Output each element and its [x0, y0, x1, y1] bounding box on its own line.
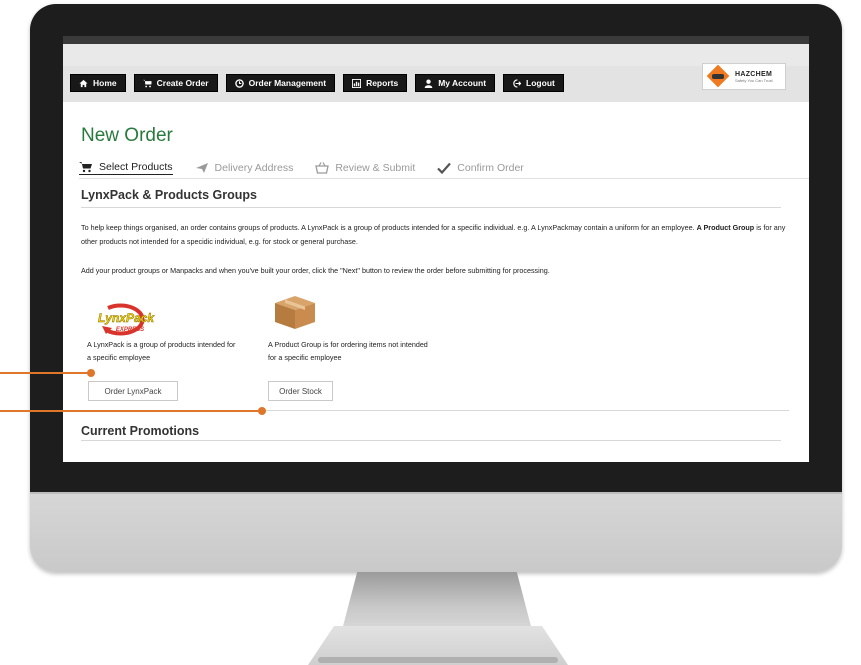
order-lynxpack-button[interactable]: Order LynxPack [88, 381, 178, 401]
lynxpack-logo-subtext: EXPRESS [116, 327, 144, 333]
page-title: New Order [81, 125, 173, 146]
nav-home[interactable]: Home [70, 74, 126, 92]
product-box-image [275, 296, 315, 329]
screen: Home Create Order Order Management Repor… [63, 36, 809, 462]
intro-instructions: Add your product groups or Manpacks and … [81, 266, 550, 275]
promotions-heading: Current Promotions [81, 424, 200, 438]
hazchem-logo[interactable]: HAZCHEM Safety You Can Trust [702, 63, 786, 90]
header-band [63, 36, 809, 102]
step-select-products[interactable]: Select Products [79, 161, 173, 175]
divider [81, 207, 781, 208]
nav-create-order-label: Create Order [156, 78, 209, 88]
order-steps: Select Products Delivery Address Review … [79, 158, 809, 179]
user-icon [424, 79, 433, 88]
logo-name: HAZCHEM [735, 70, 773, 78]
monitor-base [308, 626, 568, 665]
nav-logout[interactable]: Logout [503, 74, 564, 92]
nav-my-account[interactable]: My Account [415, 74, 496, 92]
monitor-chin [30, 492, 842, 494]
lynxpack-logo-text: LynxPack [98, 311, 155, 325]
step-review-submit-label: Review & Submit [335, 162, 416, 174]
nav-order-management-label: Order Management [248, 78, 327, 88]
lynxpack-logo: LynxPack EXPRESS [98, 303, 156, 336]
hazchem-logo-mark [707, 68, 731, 86]
cart-icon [79, 162, 92, 173]
step-delivery-address-label: Delivery Address [214, 162, 294, 174]
callout-line-stock [0, 410, 262, 412]
basket-icon [315, 162, 330, 174]
intro-bold: A Product Group [696, 223, 755, 232]
step-select-products-label: Select Products [99, 161, 173, 173]
lynxpack-description: A LynxPack is a group of products intend… [87, 340, 236, 362]
nav-create-order[interactable]: Create Order [133, 74, 218, 92]
check-icon [437, 162, 452, 174]
divider [81, 440, 781, 441]
callout-dot-lynxpack [87, 369, 95, 377]
step-confirm-order[interactable]: Confirm Order [437, 162, 524, 174]
logo-tagline: Safety You Can Trust [735, 77, 773, 83]
step-review-submit[interactable]: Review & Submit [315, 162, 415, 174]
order-stock-button[interactable]: Order Stock [268, 381, 333, 401]
callout-dot-stock [258, 407, 266, 415]
nav-my-account-label: My Account [438, 78, 487, 88]
nav-order-management[interactable]: Order Management [225, 74, 336, 92]
step-confirm-order-label: Confirm Order [457, 162, 524, 174]
stock-description: A Product Group is for ordering items no… [268, 340, 428, 362]
nav-reports[interactable]: Reports [343, 74, 408, 92]
send-icon [195, 163, 208, 173]
monitor-stand [342, 572, 532, 630]
step-delivery-address[interactable]: Delivery Address [195, 162, 294, 174]
cart-icon [142, 79, 152, 87]
intro-part1: To help keep things organised, an order … [81, 223, 697, 232]
report-icon [352, 78, 362, 88]
logout-icon [513, 78, 522, 88]
main-nav: Home Create Order Order Management Repor… [70, 74, 564, 92]
section-heading: LynxPack & Products Groups [81, 188, 257, 202]
nav-home-label: Home [93, 78, 117, 88]
nav-reports-label: Reports [366, 78, 399, 88]
nav-logout-label: Logout [526, 78, 555, 88]
home-icon [79, 79, 88, 87]
gear-icon [234, 78, 244, 88]
callout-line-lynxpack [0, 372, 90, 374]
intro-text: To help keep things organised, an order … [81, 221, 791, 249]
